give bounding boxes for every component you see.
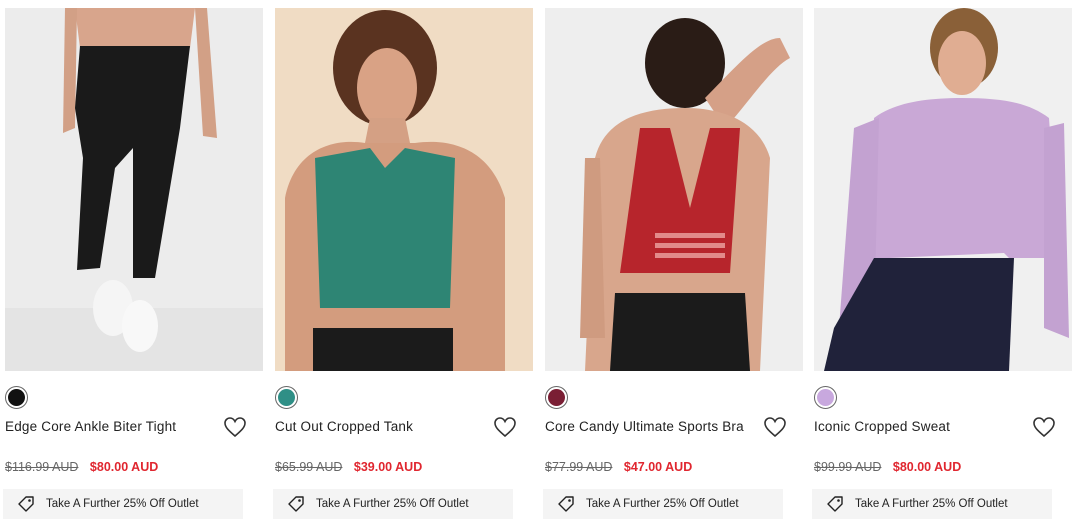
promo-banner[interactable]: Take A Further 25% Off Outlet [3,489,243,519]
product-image[interactable] [814,8,1072,371]
sale-price: $47.00 AUD [623,460,693,474]
sale-price: $80.00 AUD [892,460,962,474]
price-row: $99.99 AUD $80.00 AUD [814,460,961,474]
price-row: $65.99 AUD $39.00 AUD [275,460,422,474]
swatch-dot [278,389,295,406]
heart-icon[interactable] [223,416,247,438]
product-name[interactable]: Core Candy Ultimate Sports Bra [545,419,744,434]
promo-text: Take A Further 25% Off Outlet [855,498,1008,510]
product-name[interactable]: Iconic Cropped Sweat [814,419,950,434]
tag-icon [827,496,843,512]
sale-price: $39.00 AUD [353,460,423,474]
tag-icon [558,496,574,512]
product-name[interactable]: Cut Out Cropped Tank [275,419,413,434]
heart-icon[interactable] [763,416,787,438]
heart-icon[interactable] [1032,416,1056,438]
color-swatch[interactable] [5,386,28,409]
product-image[interactable] [275,8,533,371]
swatch-dot [548,389,565,406]
color-swatch[interactable] [814,386,837,409]
heart-icon[interactable] [493,416,517,438]
promo-banner[interactable]: Take A Further 25% Off Outlet [812,489,1052,519]
price-row: $77.99 AUD $47.00 AUD [545,460,692,474]
swatch-dot [8,389,25,406]
color-swatch[interactable] [275,386,298,409]
original-price: $116.99 AUD [5,460,79,474]
price-row: $116.99 AUD $80.00 AUD [5,460,158,474]
sale-price: $80.00 AUD [89,460,159,474]
color-swatch[interactable] [545,386,568,409]
original-price: $65.99 AUD [275,460,343,474]
swatch-dot [817,389,834,406]
tag-icon [288,496,304,512]
product-image[interactable] [5,8,263,371]
original-price: $99.99 AUD [814,460,882,474]
promo-text: Take A Further 25% Off Outlet [46,498,199,510]
promo-text: Take A Further 25% Off Outlet [316,498,469,510]
original-price: $77.99 AUD [545,460,613,474]
product-card[interactable]: Cut Out Cropped Tank $65.99 AUD $39.00 A… [273,0,535,519]
product-card[interactable]: Core Candy Ultimate Sports Bra $77.99 AU… [543,0,805,519]
product-name[interactable]: Edge Core Ankle Biter Tight [5,419,176,434]
promo-banner[interactable]: Take A Further 25% Off Outlet [543,489,783,519]
promo-banner[interactable]: Take A Further 25% Off Outlet [273,489,513,519]
product-card[interactable]: Edge Core Ankle Biter Tight $116.99 AUD … [3,0,265,519]
tag-icon [18,496,34,512]
product-image[interactable] [545,8,803,371]
product-card[interactable]: Iconic Cropped Sweat $99.99 AUD $80.00 A… [812,0,1074,519]
promo-text: Take A Further 25% Off Outlet [586,498,739,510]
